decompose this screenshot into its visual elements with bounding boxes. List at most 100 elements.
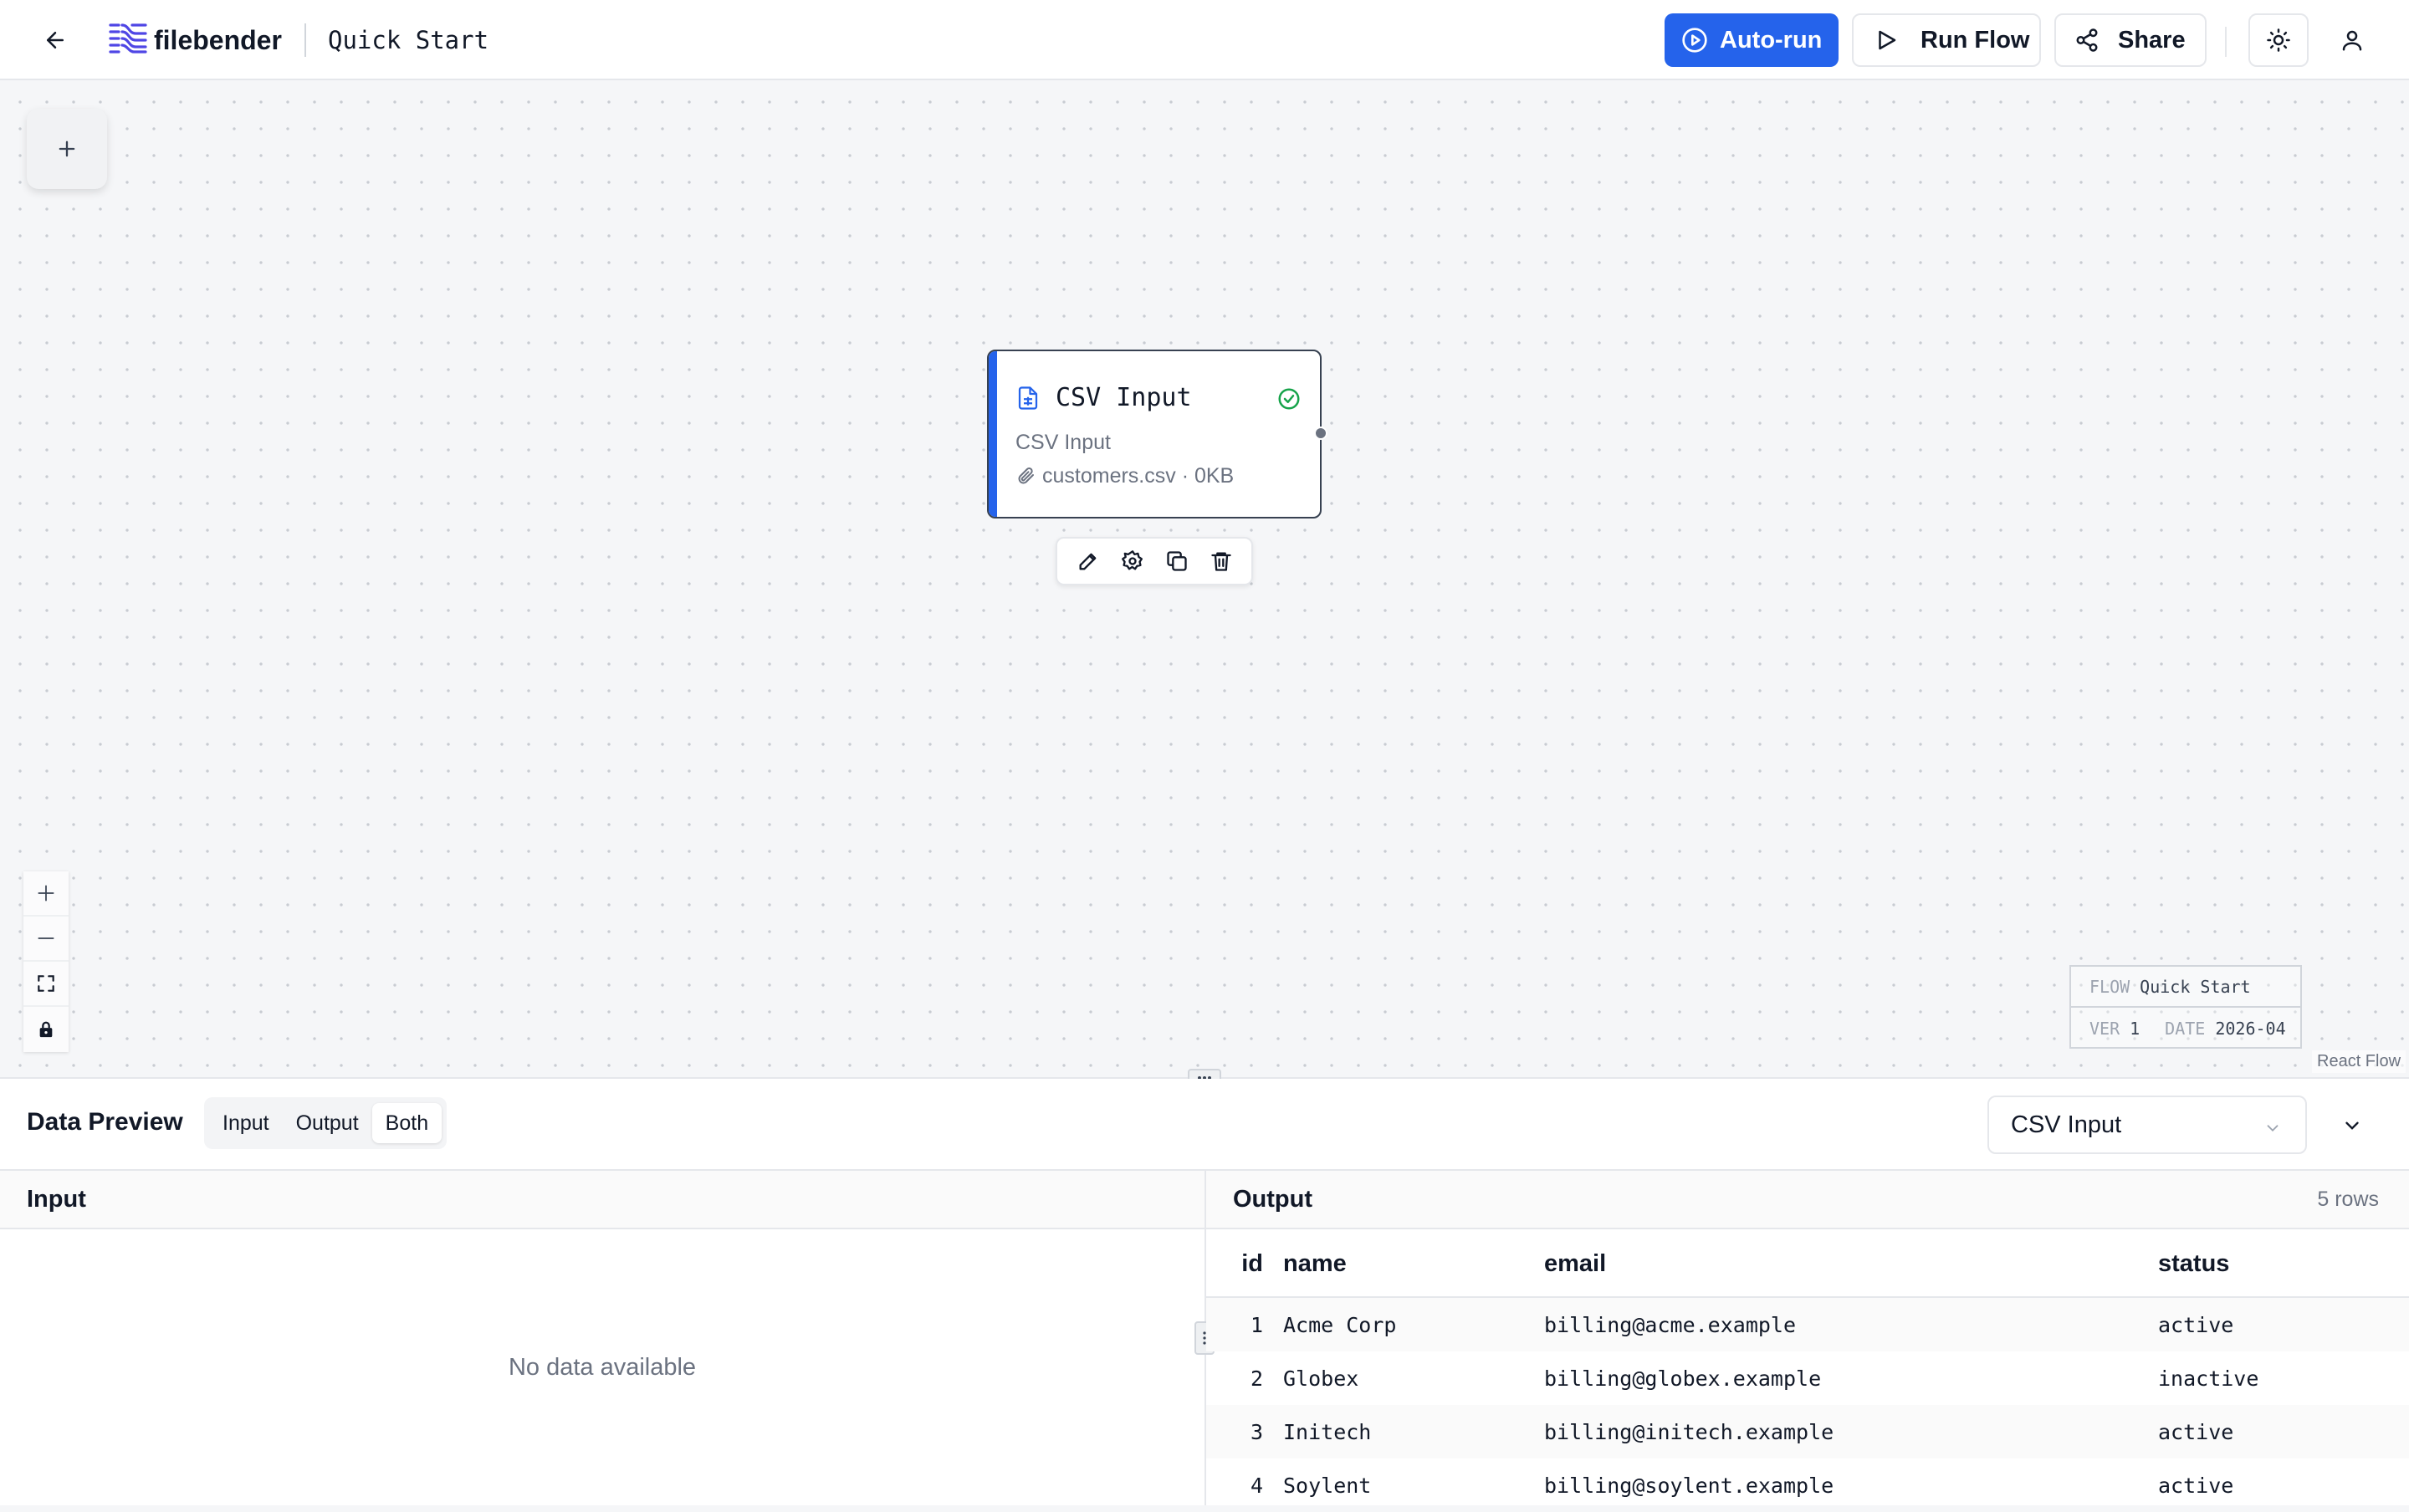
theme-toggle-button[interactable] (2248, 13, 2309, 67)
flow-value: Quick Start (2140, 976, 2251, 997)
date-label: DATE (2165, 1018, 2206, 1039)
user-icon (2342, 30, 2362, 51)
mode-output-tab[interactable]: Output (283, 1103, 372, 1143)
run-flow-button[interactable]: Run Flow (1852, 13, 2041, 67)
node-title: CSV Input (1056, 383, 1192, 412)
play-circle-icon (1682, 28, 1707, 53)
share-icon (2076, 28, 2098, 52)
sun-icon (2267, 28, 2290, 52)
output-pane-header: Output 5 rows (1206, 1169, 2409, 1229)
column-header-name[interactable]: name (1283, 1250, 1544, 1278)
canvas-controls (23, 871, 69, 1052)
auto-run-button[interactable]: Auto-run (1665, 13, 1839, 67)
cell-name: Soylent (1283, 1473, 1372, 1498)
header-divider (2225, 27, 2227, 57)
check-circle-icon (1276, 386, 1302, 411)
table-row: 3 Initech billing@initech.example active (1206, 1405, 2409, 1458)
node-file-info: customers.csv · 0KB (1015, 462, 1234, 490)
cell-id: 1 (1250, 1312, 1263, 1337)
column-header-status[interactable]: status (2158, 1250, 2409, 1278)
user-menu-button[interactable] (2334, 22, 2371, 59)
column-header-email[interactable]: email (1544, 1250, 2158, 1278)
delete-icon (1210, 552, 1231, 571)
row-count: 5 rows (2317, 1187, 2379, 1211)
cell-name: Globex (1283, 1366, 1359, 1391)
duplicate-node-button[interactable] (1158, 543, 1195, 580)
cell-email: billing@acme.example (1544, 1312, 1797, 1337)
play-icon (1879, 30, 1896, 50)
output-pane-title: Output (1233, 1185, 1313, 1213)
input-pane-header: Input (0, 1169, 1204, 1229)
cell-status: active (2158, 1419, 2234, 1444)
paperclip-icon (1018, 467, 1034, 484)
mode-both-tab[interactable]: Both (371, 1103, 442, 1143)
ver-label: VER (2089, 1018, 2120, 1039)
collapse-panel-button[interactable] (2334, 1107, 2371, 1144)
mode-input-tab[interactable]: Input (209, 1103, 283, 1143)
node-toolbar (1056, 537, 1253, 585)
arrow-left-icon (47, 32, 64, 49)
share-button[interactable]: Share (2054, 13, 2207, 67)
settings-icon (1121, 550, 1143, 570)
delete-node-button[interactable] (1203, 543, 1240, 580)
flow-title[interactable]: Quick Start (328, 22, 488, 59)
app-header: filebender Quick Start Auto-run Run Flow… (0, 0, 2409, 80)
table-body: 1 Acme Corp billing@acme.example active … (1206, 1298, 2409, 1512)
table-row: 1 Acme Corp billing@acme.example active (1206, 1298, 2409, 1351)
back-button[interactable] (37, 22, 74, 59)
node-subtitle: CSV Input (1015, 431, 1111, 454)
data-preview-panel: Data Preview Input Output Both CSV Input… (0, 1079, 2409, 1505)
node-file-label: customers.csv · 0KB (1042, 464, 1235, 488)
auto-run-label: Auto-run (1720, 26, 1823, 54)
cell-name: Acme Corp (1283, 1312, 1397, 1337)
ver-value: 1 (2130, 1018, 2140, 1039)
table-row: 4 Soylent billing@soylent.example active (1206, 1458, 2409, 1512)
node-settings-button[interactable] (1114, 543, 1151, 580)
fit-view-icon (38, 975, 54, 992)
node-select-dropdown[interactable]: CSV Input (1987, 1096, 2307, 1154)
table-row: 2 Globex billing@globex.example inactive (1206, 1351, 2409, 1405)
add-node-button[interactable] (27, 109, 107, 189)
node-select-value: CSV Input (2011, 1111, 2122, 1138)
zoom-out-icon (38, 937, 54, 939)
input-empty-state: No data available (508, 1353, 697, 1381)
lock-icon (39, 1021, 53, 1038)
cell-email: billing@initech.example (1544, 1419, 1834, 1444)
duplicate-icon (1166, 551, 1187, 571)
node-output-handle[interactable] (1314, 427, 1327, 440)
header-separator (304, 23, 306, 57)
fit-view-button[interactable] (23, 962, 69, 1007)
flow-label: FLOW (2089, 976, 2130, 997)
run-flow-label: Run Flow (1921, 26, 2030, 54)
react-flow-attribution[interactable]: React Flow (2312, 1050, 2406, 1073)
cell-id: 2 (1250, 1366, 1263, 1391)
brand-name: filebender (154, 25, 282, 55)
date-value: 2026-04 (2215, 1018, 2286, 1039)
input-pane-title: Input (27, 1185, 86, 1213)
csv-input-node[interactable]: CSV Input CSV Input customers.csv · 0KB (987, 350, 1322, 518)
cell-id: 4 (1250, 1473, 1263, 1498)
share-label: Share (2118, 26, 2186, 54)
column-header-id[interactable]: id (1206, 1250, 1283, 1278)
plus-icon (59, 140, 75, 157)
edit-node-button[interactable] (1070, 543, 1107, 580)
zoom-out-button[interactable] (23, 917, 69, 962)
data-preview-title: Data Preview (27, 1108, 183, 1136)
cell-status: inactive (2158, 1366, 2259, 1391)
chevron-down-icon (2345, 1121, 2359, 1130)
flow-info-row: FLOW Quick Start (2071, 967, 2300, 1008)
output-table: id name email status 1 Acme Corp billing… (1206, 1231, 2409, 1512)
flow-info-panel: FLOW Quick Start VER 1 DATE 2026-04 (2069, 965, 2302, 1049)
node-accent-bar (989, 351, 997, 517)
preview-mode-toggle: Input Output Both (204, 1097, 448, 1149)
cell-email: billing@soylent.example (1544, 1473, 1834, 1498)
zoom-in-button[interactable] (23, 871, 69, 917)
lock-button[interactable] (23, 1007, 69, 1052)
edit-icon (1079, 553, 1096, 570)
flow-canvas[interactable]: CSV Input CSV Input customers.csv · 0KB (0, 82, 2409, 1077)
table-header: id name email status (1206, 1231, 2409, 1298)
cell-name: Initech (1283, 1419, 1372, 1444)
version-info-row: VER 1 DATE 2026-04 (2071, 1008, 2300, 1049)
file-spreadsheet-icon (1015, 385, 1041, 411)
cell-email: billing@globex.example (1544, 1366, 1822, 1391)
